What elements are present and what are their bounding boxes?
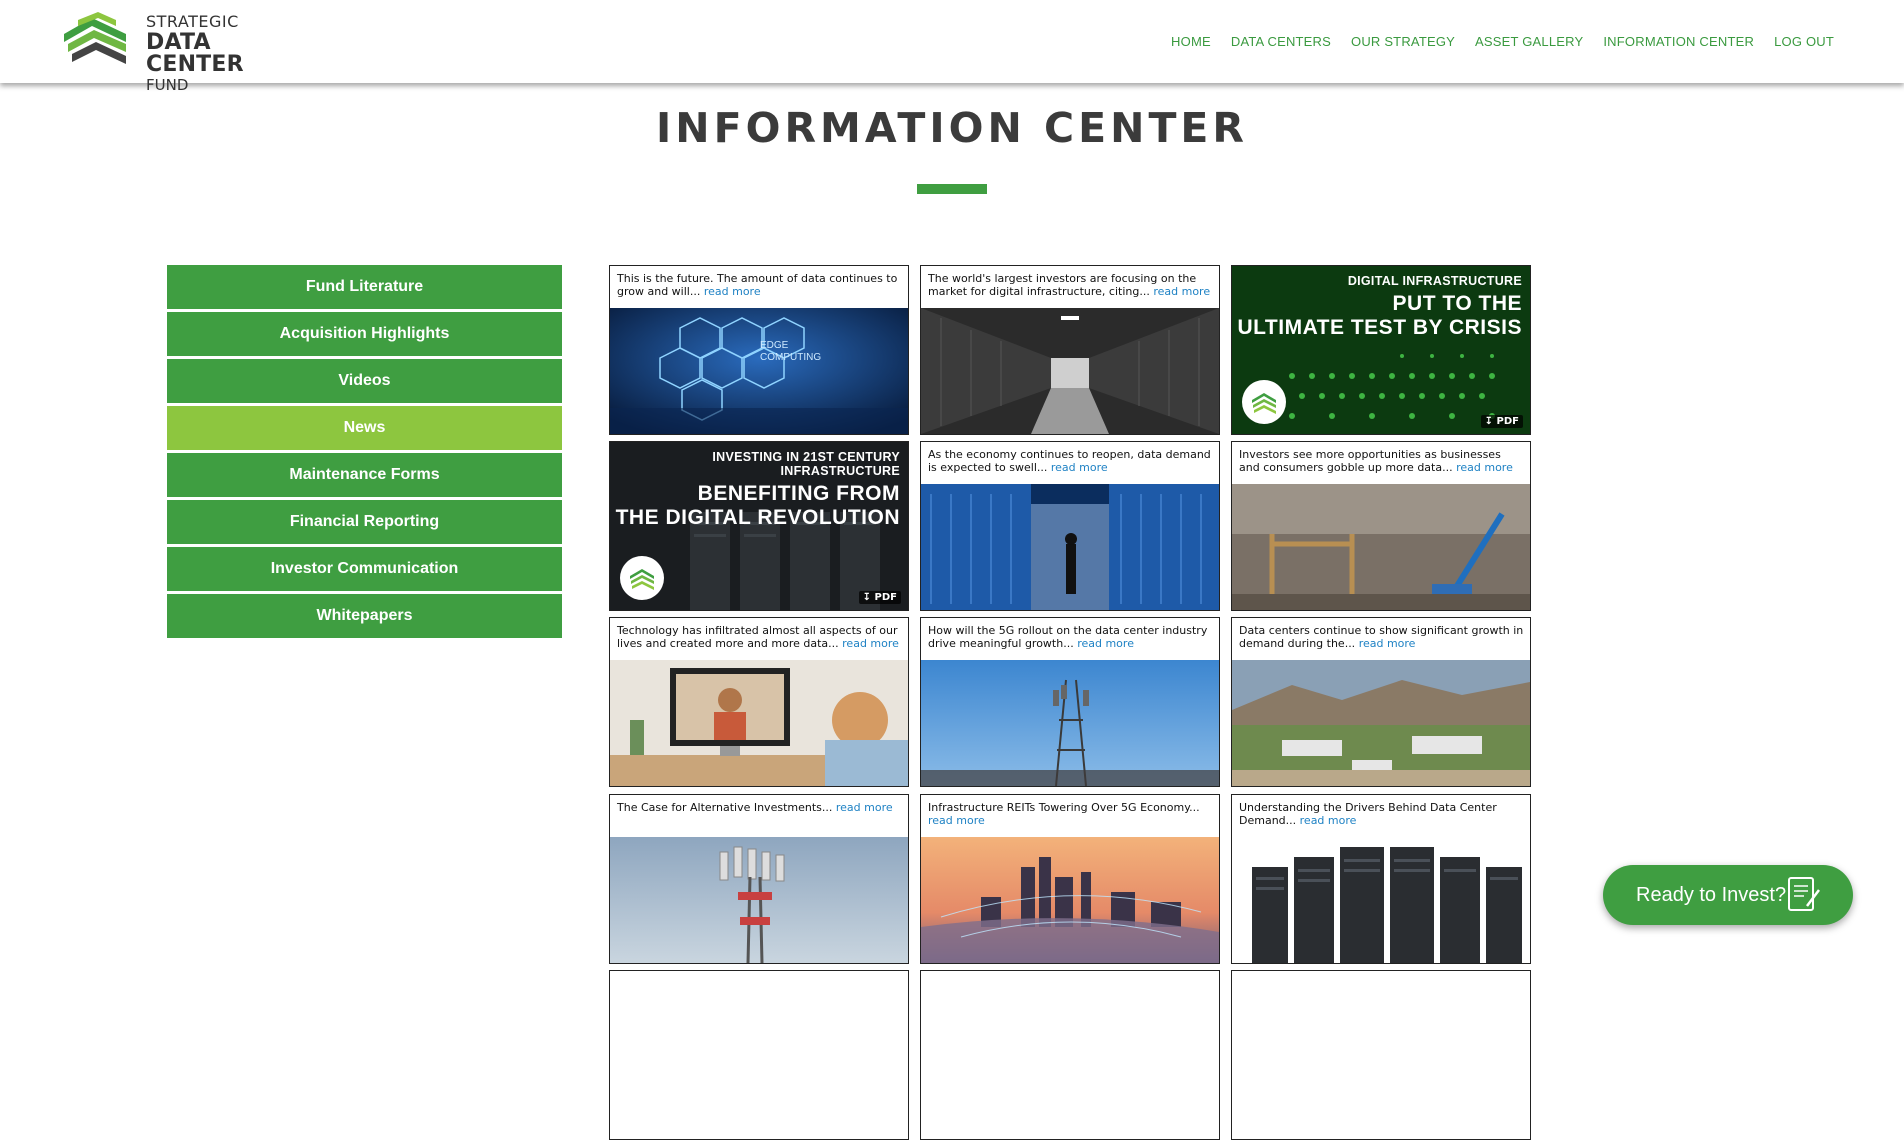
sidebar-item-fund-literature[interactable]: Fund Literature [167,265,562,309]
news-card[interactable] [609,970,909,1140]
logo-line-2: DATA CENTER [146,30,244,77]
nav-information-center[interactable]: INFORMATION CENTER [1603,34,1754,49]
promo-headline-2: THE DIGITAL REVOLUTION [615,506,900,529]
news-card[interactable]: How will the 5G rollout on the data cent… [920,617,1220,787]
nav-asset-gallery[interactable]: ASSET GALLERY [1475,34,1583,49]
read-more-link[interactable]: read more [704,285,761,298]
promo-subtitle: DIGITAL INFRASTRUCTURE [1347,274,1522,288]
news-card[interactable]: Understanding the Drivers Behind Data Ce… [1231,794,1531,964]
news-card[interactable] [1231,970,1531,1140]
document-pen-icon [1788,877,1820,911]
promo-headline-1: BENEFITING FROM [697,482,900,505]
card-caption: Technology has infiltrated almost all as… [617,624,902,650]
news-card[interactable]: As the economy continues to reopen, data… [920,441,1220,611]
card-caption: As the economy continues to reopen, data… [928,448,1213,474]
city-skyline-image [921,837,1219,963]
sidebar-item-maintenance-forms[interactable]: Maintenance Forms [167,453,562,497]
read-more-link[interactable]: read more [842,637,899,650]
read-more-link[interactable]: read more [928,814,985,827]
pdf-label: PDF [874,592,897,603]
sidebar-item-investor-communication[interactable]: Investor Communication [167,547,562,591]
blue-server-room-image [921,484,1219,610]
nav-data-centers[interactable]: DATA CENTERS [1231,34,1331,49]
news-card[interactable]: The Case for Alternative Investments... … [609,794,909,964]
card-caption: This is the future. The amount of data c… [617,272,902,298]
card-caption: The world's largest investors are focusi… [928,272,1213,298]
card-caption: Investors see more opportunities as busi… [1239,448,1524,474]
antenna-tower-image [610,837,908,963]
card-caption: Understanding the Drivers Behind Data Ce… [1239,801,1524,827]
read-more-link[interactable]: read more [1051,461,1108,474]
sidebar-menu: Fund Literature Acquisition Highlights V… [167,265,562,641]
news-card[interactable]: Investors see more opportunities as busi… [1231,441,1531,611]
nav-our-strategy[interactable]: OUR STRATEGY [1351,34,1455,49]
sidebar-item-acquisition-highlights[interactable]: Acquisition Highlights [167,312,562,356]
card-text: How will the 5G rollout on the data cent… [928,624,1208,650]
main-nav: HOME DATA CENTERS OUR STRATEGY ASSET GAL… [1171,34,1834,49]
nav-log-out[interactable]: LOG OUT [1774,34,1834,49]
logo-line-1: STRATEGIC [146,12,239,31]
pdf-download-icon: ↧ PDF [858,591,901,604]
pdf-label: PDF [1496,416,1519,427]
card-text: Understanding the Drivers Behind Data Ce… [1239,801,1497,827]
fund-badge-icon [1242,380,1286,424]
card-text: Infrastructure REITs Towering Over 5G Ec… [928,801,1200,814]
news-card[interactable]: Infrastructure REITs Towering Over 5G Ec… [920,794,1220,964]
title-underline [917,184,987,194]
server-cabinets-image [1232,837,1530,963]
ready-to-invest-button[interactable]: Ready to Invest? [1603,865,1853,925]
read-more-link[interactable]: read more [1153,285,1210,298]
pdf-card[interactable]: INVESTING IN 21ST CENTURY INFRASTRUCTURE… [609,441,909,611]
read-more-link[interactable]: read more [836,801,893,814]
card-text: The Case for Alternative Investments... [617,801,833,814]
news-card[interactable]: This is the future. The amount of data c… [609,265,909,435]
site-logo[interactable]: STRATEGIC DATA CENTER FUND [64,10,304,93]
cta-label: Ready to Invest? [1636,883,1787,906]
server-aisle-image [921,308,1219,434]
fund-badge-icon [620,556,664,600]
aerial-campus-image [1232,660,1530,786]
sidebar-item-videos[interactable]: Videos [167,359,562,403]
site-header: STRATEGIC DATA CENTER FUND HOME DATA CEN… [0,0,1904,93]
construction-site-image [1232,484,1530,610]
card-caption: Data centers continue to show significan… [1239,624,1524,650]
sidebar-item-whitepapers[interactable]: Whitepapers [167,594,562,638]
logo-line-3: FUND [146,76,189,94]
promo-headline-1: PUT TO THE [1392,292,1522,315]
nav-home[interactable]: HOME [1171,34,1211,49]
logo-chevron-icon [64,12,126,64]
card-caption: Infrastructure REITs Towering Over 5G Ec… [928,801,1213,827]
promo-subtitle: INVESTING IN 21ST CENTURY INFRASTRUCTURE [712,450,900,478]
read-more-link[interactable]: read more [1359,637,1416,650]
card-caption: The Case for Alternative Investments... … [617,801,902,814]
sidebar-item-news[interactable]: News [167,406,562,450]
edge-text-2: COMPUTING [760,352,821,363]
pdf-download-icon: ↧ PDF [1480,415,1523,428]
pdf-card[interactable]: DIGITAL INFRASTRUCTURE PUT TO THE ULTIMA… [1231,265,1531,435]
read-more-link[interactable]: read more [1077,637,1134,650]
promo-headline-2: ULTIMATE TEST BY CRISIS [1237,316,1522,339]
news-card[interactable]: Technology has infiltrated almost all as… [609,617,909,787]
news-card[interactable] [920,970,1220,1140]
read-more-link[interactable]: read more [1300,814,1357,827]
cell-tower-image [921,660,1219,786]
news-card[interactable]: The world's largest investors are focusi… [920,265,1220,435]
edge-text-1: EDGE [760,340,789,351]
video-call-image [610,660,908,786]
promo-text: INVESTING IN 21ST CENTURY INFRASTRUCTURE… [610,450,900,530]
read-more-link[interactable]: read more [1456,461,1513,474]
news-card[interactable]: Data centers continue to show significan… [1231,617,1531,787]
promo-text: DIGITAL INFRASTRUCTURE PUT TO THE ULTIMA… [1237,274,1522,340]
card-caption: How will the 5G rollout on the data cent… [928,624,1213,650]
edge-computing-image: EDGE COMPUTING [610,308,908,434]
sidebar-item-financial-reporting[interactable]: Financial Reporting [167,500,562,544]
logo-wordmark: STRATEGIC DATA CENTER FUND [146,14,304,93]
page-title: INFORMATION CENTER [656,104,1248,152]
